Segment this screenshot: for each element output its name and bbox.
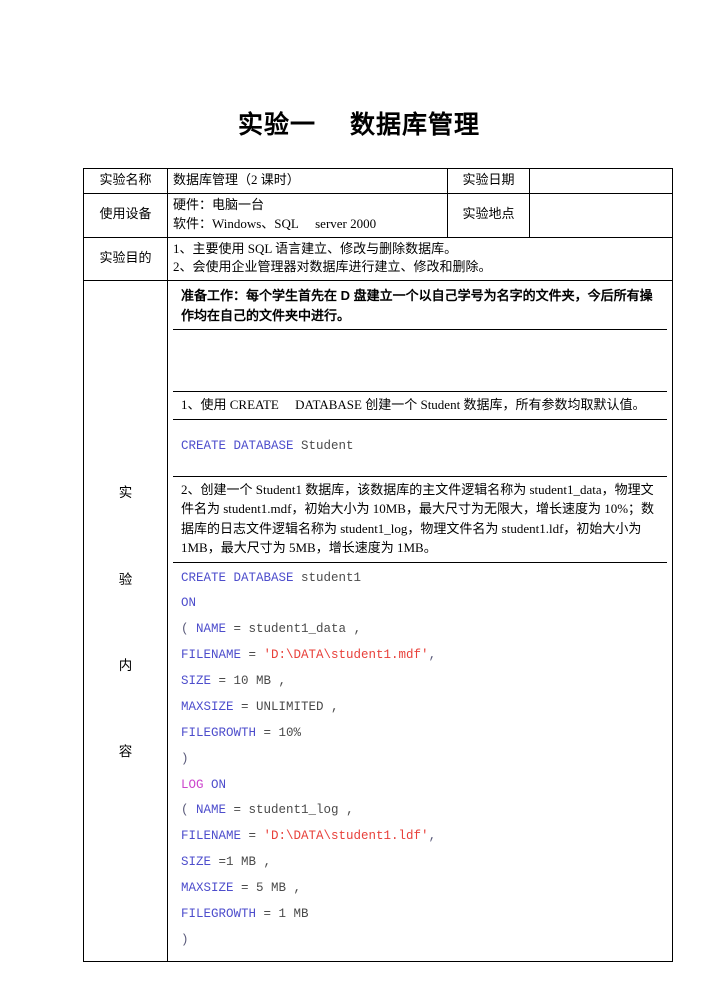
code-token: = (241, 648, 264, 663)
code-token: = (226, 803, 249, 818)
code-token: student1_data , (248, 622, 362, 637)
sql-code-block-1: CREATE DATABASE Student (181, 434, 661, 460)
code-token: = UNLIMITED , (233, 699, 339, 714)
equipment-software-line: 软件：Windows、SQL server 2000 (173, 215, 377, 231)
code2-cell: CREATE DATABASE student1 ON ( NAME = stude… (173, 561, 667, 958)
objective-item-1: 1、主要使用 SQL 语言建立、修改与删除数据库。 (173, 240, 458, 256)
code-token: CREATE DATABASE (181, 570, 302, 585)
code-token: FILENAME (181, 648, 242, 663)
equipment-hardware-line: 硬件：电脑一台 (173, 196, 265, 212)
code-line: LOG ON (181, 773, 661, 799)
code-line: ) (181, 928, 661, 954)
document-page: 实验一 数据库管理 实验名称 数据库管理（2 课时） 实验日期 使用设备 硬件：… (0, 0, 718, 1001)
code-line: ( NAME = student1_log , (181, 798, 661, 824)
content-blocks-table: 准备工作：每个学生首先在 D 盘建立一个以自己学号为名字的文件夹，今后所有操作均… (173, 283, 667, 958)
content-block-task1-row: 1、使用 CREATE DATABASE 创建一个 Student 数据库，所有… (173, 391, 667, 420)
vertical-label-char-3: 内 (118, 657, 133, 673)
task2-text: 2、创建一个 Student1 数据库，该数据库的主文件逻辑名称为 studen… (173, 475, 667, 563)
code-line: SIZE = 10 MB , (181, 669, 661, 695)
code1-cell: CREATE DATABASE Student (173, 418, 667, 477)
code-line: FILEGROWTH = 10% (181, 721, 661, 747)
code-token: student1_log , (248, 803, 354, 818)
code-line: FILEGROWTH = 1 MB (181, 902, 661, 928)
code-token: , (428, 648, 437, 663)
row-value-experiment-date[interactable] (529, 168, 673, 194)
content-block-code1-row: CREATE DATABASE Student (173, 418, 667, 477)
code-token: ) (181, 932, 189, 947)
code-token: NAME (196, 803, 227, 818)
code-token: = 10 MB , (211, 674, 287, 689)
content-block-empty-row (173, 329, 667, 393)
row-label-experiment-location: 实验地点 (447, 192, 530, 238)
content-section-cell: 准备工作：每个学生首先在 D 盘建立一个以自己学号为名字的文件夹，今后所有操作均… (167, 280, 673, 962)
vertical-label-char-4: 容 (118, 744, 133, 760)
code-token: = 10% (256, 725, 302, 740)
code-token: LOG (181, 777, 212, 792)
code-line: ON (181, 591, 661, 617)
code-token: = 1 MB (256, 906, 309, 921)
code-line: CREATE DATABASE Student (181, 434, 661, 460)
task1-text: 1、使用 CREATE DATABASE 创建一个 Student 数据库，所有… (173, 391, 667, 420)
code-token: 'D:\DATA\student1.ldf' (263, 829, 429, 844)
code-line: ( NAME = student1_data , (181, 617, 661, 643)
row-label-content-vertical: 实 验 内 容 (83, 280, 168, 962)
code-line: ) (181, 747, 661, 773)
code-token: FILEGROWTH (181, 906, 257, 921)
experiment-info-table: 实验名称 数据库管理（2 课时） 实验日期 使用设备 硬件：电脑一台 软件：Wi… (83, 168, 673, 962)
objective-item-2: 2、会使用企业管理器对数据库进行建立、修改和删除。 (173, 259, 492, 275)
table-row-content: 实 验 内 容 准备工作：每个学生首先在 D 盘建立一个以自己学号为名字的文件夹… (83, 280, 673, 962)
code-token: = 5 MB , (233, 881, 302, 896)
content-block-task2-row: 2、创建一个 Student1 数据库，该数据库的主文件逻辑名称为 studen… (173, 475, 667, 563)
code-token: ) (181, 751, 189, 766)
code-line: FILENAME = 'D:\DATA\student1.ldf', (181, 824, 661, 850)
code-token: Student (301, 438, 354, 453)
table-row: 实验目的 1、主要使用 SQL 语言建立、修改与删除数据库。 2、会使用企业管理… (83, 236, 673, 282)
code-token: 'D:\DATA\student1.mdf' (263, 648, 429, 663)
code-line: SIZE =1 MB , (181, 850, 661, 876)
code-line: MAXSIZE = 5 MB , (181, 876, 661, 902)
row-label-experiment-date: 实验日期 (447, 168, 530, 194)
content-block-preparation-row: 准备工作：每个学生首先在 D 盘建立一个以自己学号为名字的文件夹，今后所有操作均… (173, 283, 667, 331)
code-token: FILENAME (181, 829, 242, 844)
code-line: MAXSIZE = UNLIMITED , (181, 695, 661, 721)
sql-code-block-2: CREATE DATABASE student1 ON ( NAME = stude… (181, 566, 661, 954)
empty-area (173, 329, 667, 393)
code-token: , (428, 829, 437, 844)
code-line: FILENAME = 'D:\DATA\student1.mdf', (181, 643, 661, 669)
row-value-experiment-name: 数据库管理（2 课时） (167, 168, 448, 194)
code-token: SIZE (181, 674, 212, 689)
code-token: ON (181, 596, 197, 611)
code-token: FILEGROWTH (181, 725, 257, 740)
row-value-experiment-location[interactable] (529, 192, 673, 238)
row-label-experiment-name: 实验名称 (83, 168, 168, 194)
code-token: CREATE DATABASE (181, 438, 302, 453)
preparation-text: 准备工作：每个学生首先在 D 盘建立一个以自己学号为名字的文件夹，今后所有操作均… (173, 283, 667, 331)
row-value-equipment: 硬件：电脑一台 软件：Windows、SQL server 2000 (167, 192, 448, 238)
page-title: 实验一 数据库管理 (238, 111, 480, 139)
content-block-code2-row: CREATE DATABASE student1 ON ( NAME = stude… (173, 561, 667, 958)
table-row: 使用设备 硬件：电脑一台 软件：Windows、SQL server 2000 … (83, 192, 673, 238)
code-token: SIZE (181, 855, 212, 870)
vertical-label-char-2: 验 (118, 571, 133, 587)
row-label-objectives: 实验目的 (83, 236, 168, 282)
table-row: 实验名称 数据库管理（2 课时） 实验日期 (83, 168, 673, 194)
code-token: =1 MB , (211, 855, 272, 870)
code-token: ( (181, 622, 197, 637)
code-token: NAME (196, 622, 227, 637)
code-token: = (241, 829, 264, 844)
code-token: MAXSIZE (181, 699, 234, 714)
code-line: CREATE DATABASE student1 (181, 566, 661, 592)
code-token: MAXSIZE (181, 881, 234, 896)
vertical-label-char-1: 实 (118, 485, 133, 501)
code-token: student1 (301, 570, 362, 585)
code-token: = (226, 622, 249, 637)
row-value-objectives: 1、主要使用 SQL 语言建立、修改与删除数据库。 2、会使用企业管理器对数据库… (167, 236, 673, 282)
code-token: ( (181, 803, 197, 818)
code-token: ON (211, 777, 227, 792)
row-label-equipment: 使用设备 (83, 192, 168, 238)
